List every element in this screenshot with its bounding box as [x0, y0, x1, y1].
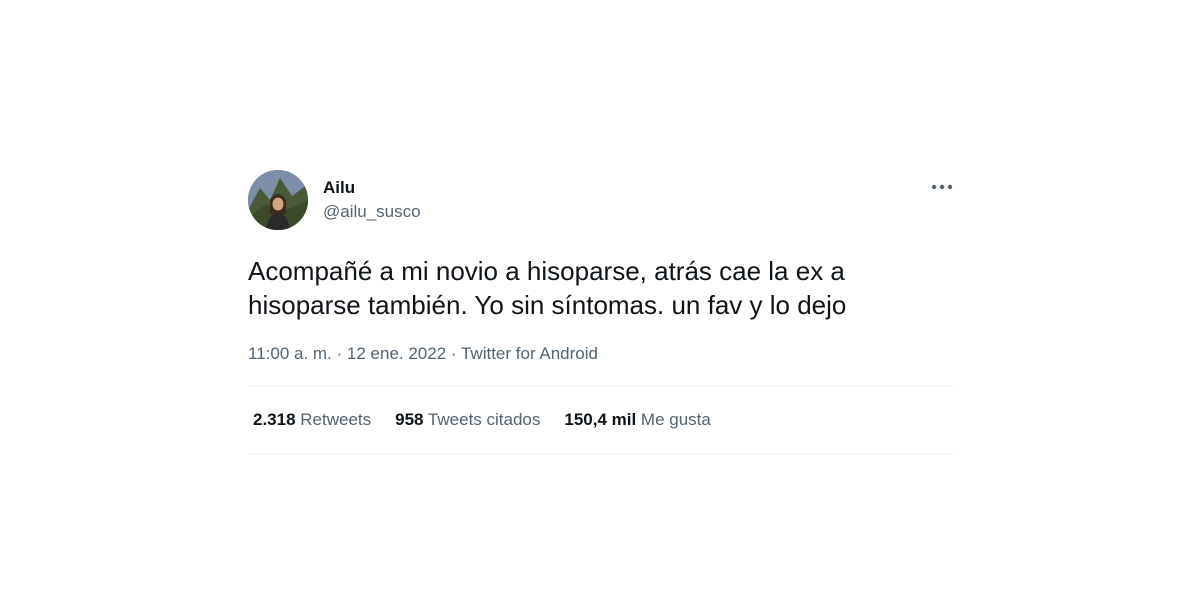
tweet-source[interactable]: Twitter for Android: [461, 344, 598, 363]
likes-label: Me gusta: [636, 410, 711, 429]
more-options-button[interactable]: [930, 178, 954, 196]
user-handle[interactable]: @ailu_susco: [323, 202, 421, 222]
tweet-meta: 11:00 a. m. · 12 ene. 2022 · Twitter for…: [248, 344, 954, 387]
likes-stat[interactable]: 150,4 mil Me gusta: [564, 409, 710, 431]
quotes-stat[interactable]: 958 Tweets citados: [395, 409, 540, 431]
tweet-stats: 2.318 Retweets 958 Tweets citados 150,4 …: [248, 387, 954, 454]
avatar-image: [248, 170, 308, 230]
quotes-count: 958: [395, 410, 424, 429]
tweet-card: Ailu @ailu_susco Acompañé a mi novio a h…: [248, 170, 954, 454]
likes-count: 150,4 mil: [564, 410, 637, 429]
user-names: Ailu @ailu_susco: [323, 178, 421, 222]
meta-separator: ·: [331, 344, 347, 363]
retweets-count: 2.318: [253, 410, 296, 429]
tweet-header: Ailu @ailu_susco: [248, 170, 954, 232]
tweet-time[interactable]: 11:00 a. m.: [248, 344, 332, 363]
tweet-date[interactable]: 12 ene. 2022: [347, 344, 446, 363]
more-horizontal-icon: [931, 184, 953, 190]
display-name[interactable]: Ailu: [323, 178, 421, 198]
meta-separator: ·: [446, 344, 461, 363]
quotes-label: Tweets citados: [423, 410, 541, 429]
tweet-text: Acompañé a mi novio a hisoparse, atrás c…: [248, 256, 847, 320]
avatar[interactable]: [248, 170, 308, 230]
retweets-stat[interactable]: 2.318 Retweets: [253, 409, 371, 431]
retweets-label: Retweets: [295, 410, 372, 429]
